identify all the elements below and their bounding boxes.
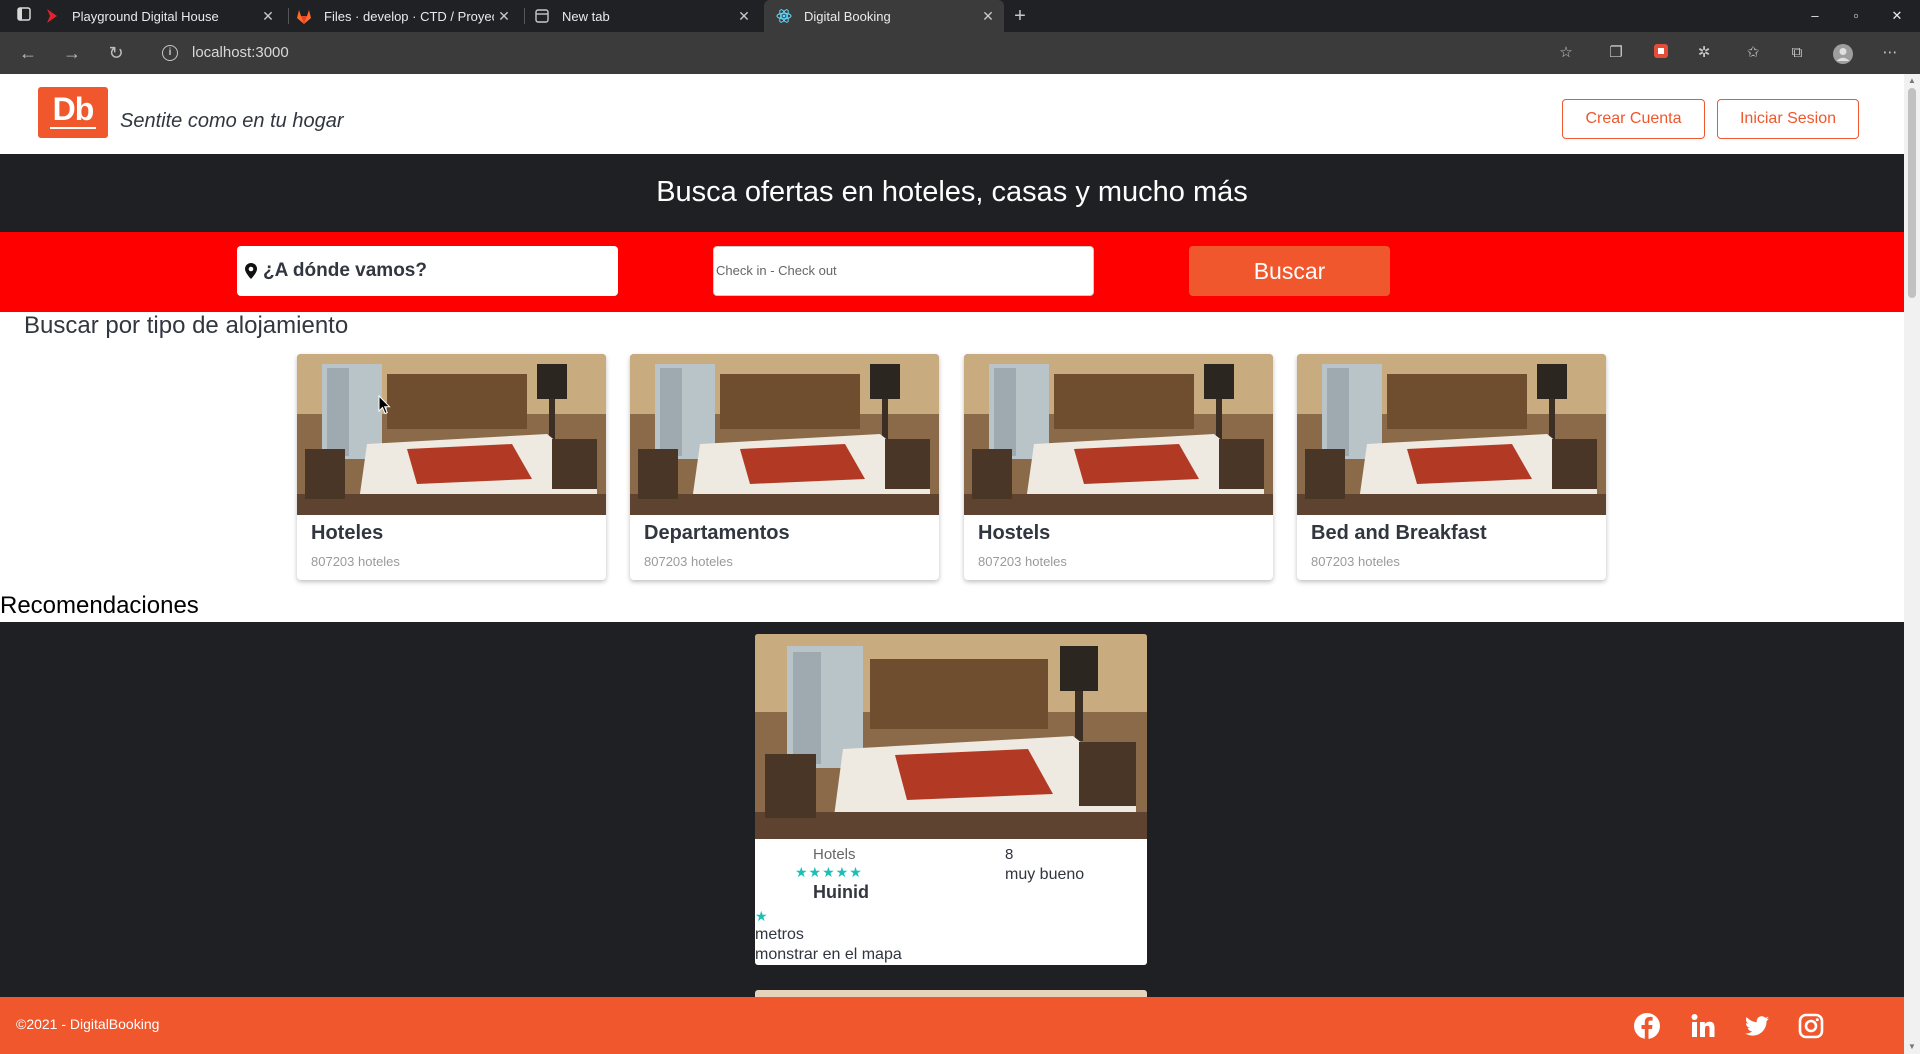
category-card-hoteles[interactable]: Hoteles 807203 hoteles (297, 354, 606, 580)
category-card-hostels[interactable]: Hostels 807203 hoteles (964, 354, 1273, 580)
categories-title: Buscar por tipo de alojamiento (24, 312, 349, 339)
tab-divider (524, 8, 525, 24)
destination-placeholder: ¿A dónde vamos? (263, 260, 427, 281)
bedroom-photo (964, 354, 1273, 515)
category-count: 807203 hoteles (644, 554, 733, 569)
hotel-score-label: muy bueno (1005, 866, 1085, 883)
site-info-icon[interactable]: i (162, 45, 178, 61)
page-viewport: Db Sentite como en tu hogar Crear Cuenta… (0, 74, 1904, 1054)
category-name: Bed and Breakfast (1311, 522, 1487, 544)
close-tab-icon[interactable]: ✕ (496, 8, 512, 24)
tab-playground[interactable]: Playground Digital House ✕ (44, 0, 284, 32)
category-name: Hoteles (311, 522, 384, 544)
twitter-icon[interactable] (1743, 1012, 1771, 1040)
hotel-distance: metros (755, 926, 804, 943)
copyright-text: ©2021 - DigitalBooking (16, 1016, 160, 1032)
more-menu-icon[interactable]: ⋯ (1880, 43, 1900, 63)
category-count: 807203 hoteles (1311, 554, 1400, 569)
favorites-icon[interactable]: ✩ (1743, 43, 1763, 63)
new-tab-button[interactable]: + (1010, 6, 1030, 26)
star-icon: ★ (755, 908, 768, 924)
url-field[interactable]: i localhost:3000 (144, 37, 1584, 69)
site-header: Db Sentite como en tu hogar Crear Cuenta… (0, 74, 1904, 154)
search-button[interactable]: Buscar (1189, 246, 1390, 296)
category-name: Hostels (978, 522, 1051, 544)
tab-title: New tab (562, 8, 610, 24)
page-scrollbar[interactable]: ▲ ▼ (1904, 74, 1920, 1054)
tab-title: Files · develop · CTD / Proyec (324, 8, 494, 24)
category-name: Departamentos (644, 522, 790, 544)
category-card-departamentos[interactable]: Departamentos 807203 hoteles (630, 354, 939, 580)
gitlab-favicon-icon (296, 8, 312, 24)
scroll-down-icon[interactable]: ▼ (1908, 1042, 1916, 1051)
extension-red-icon[interactable] (1651, 43, 1671, 63)
instagram-icon[interactable] (1797, 1012, 1825, 1040)
hotel-score: 8 (1005, 846, 1014, 863)
site-footer: ©2021 - DigitalBooking (0, 997, 1904, 1054)
mouse-cursor-icon (378, 395, 391, 415)
category-count: 807203 hoteles (311, 554, 400, 569)
tab-title: Digital Booking (804, 8, 891, 24)
recommendations-title: Recomendaciones (0, 592, 199, 619)
login-button[interactable]: Iniciar Sesion (1717, 99, 1859, 139)
new-tab-page-icon (534, 8, 550, 24)
tab-files[interactable]: Files · develop · CTD / Proyec ✕ (296, 0, 520, 32)
forward-icon[interactable]: → (60, 41, 84, 65)
browser-tab-bar: Playground Digital House ✕ Files · devel… (0, 0, 1920, 32)
close-tab-icon[interactable]: ✕ (260, 8, 276, 24)
close-tab-icon[interactable]: ✕ (736, 8, 752, 24)
tab-new-tab[interactable]: New tab ✕ (534, 0, 760, 32)
bedroom-photo (1297, 354, 1606, 515)
bedroom-photo (297, 354, 606, 515)
show-on-map-link[interactable]: monstrar en el mapa (755, 946, 902, 964)
url-text: localhost:3000 (192, 44, 289, 61)
date-range-input[interactable]: Check in - Check out (713, 246, 1094, 296)
maximize-button[interactable]: ▫ (1833, 0, 1879, 32)
create-account-button[interactable]: Crear Cuenta (1562, 99, 1705, 139)
category-card-bed-and-breakfast[interactable]: Bed and Breakfast 807203 hoteles (1297, 354, 1606, 580)
category-count: 807203 hoteles (978, 554, 1067, 569)
scroll-up-icon[interactable]: ▲ (1908, 76, 1916, 85)
add-favorite-icon[interactable]: ☆ (1556, 43, 1576, 63)
linkedin-icon[interactable] (1689, 1012, 1717, 1040)
hero-banner: Busca ofertas en hoteles, casas y mucho … (0, 154, 1904, 232)
collections-icon[interactable]: ⧉ (1787, 43, 1807, 63)
back-icon[interactable]: ← (16, 41, 40, 65)
close-tab-icon[interactable]: ✕ (980, 8, 996, 24)
playground-favicon-icon (44, 8, 60, 24)
close-window-button[interactable]: ✕ (1874, 0, 1920, 32)
facebook-icon[interactable] (1633, 1012, 1661, 1040)
address-bar: ← → ↻ i localhost:3000 ☆ ❐ ✲ ✩ ⧉ ⋯ (0, 32, 1920, 74)
profile-avatar-icon[interactable] (1832, 43, 1853, 64)
minimize-button[interactable]: – (1792, 0, 1838, 32)
search-bar: ¿A dónde vamos? Check in - Check out Bus… (0, 232, 1904, 312)
bedroom-photo (630, 354, 939, 515)
hotel-category: Hotels (813, 846, 856, 863)
destination-input[interactable]: ¿A dónde vamos? (237, 246, 618, 296)
hotel-stars-icon: ★★★★★ (795, 864, 863, 880)
extensions-puzzle-icon[interactable]: ✲ (1694, 43, 1714, 63)
tab-digital-booking[interactable]: Digital Booking ✕ (764, 0, 1004, 32)
react-favicon-icon (776, 8, 792, 24)
location-pin-icon (245, 263, 257, 279)
hero-title: Busca ofertas en hoteles, casas y mucho … (656, 176, 1248, 208)
recommendation-card[interactable]: Hotels ★★★★★ Huinid 8 muy bueno ★ metros… (755, 634, 1147, 965)
tab-actions-icon[interactable] (14, 6, 34, 26)
scrollbar-thumb[interactable] (1908, 88, 1916, 298)
site-logo[interactable]: Db (38, 87, 108, 138)
hotel-name: Huinid (813, 882, 869, 902)
extension-copy-icon[interactable]: ❐ (1606, 43, 1626, 63)
tab-title: Playground Digital House (72, 8, 219, 24)
hotel-photo (755, 634, 1147, 839)
tab-divider (288, 8, 289, 24)
reload-icon[interactable]: ↻ (104, 41, 128, 65)
site-slogan: Sentite como en tu hogar (120, 110, 344, 132)
